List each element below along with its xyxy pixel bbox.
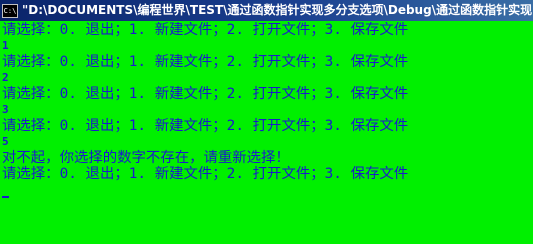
text-cursor — [2, 196, 9, 198]
console-line-input: 5 — [2, 135, 9, 148]
console-line-input: 3 — [2, 103, 9, 116]
console-line-error-message: 对不起，你选择的数字不存在，请重新选择！ — [2, 150, 290, 166]
console-cursor-line — [2, 182, 533, 198]
console-line-prompt: 请选择：0. 退出；1. 新建文件；2. 打开文件；3. 保存文件 — [2, 54, 409, 70]
title-bar[interactable]: C:\ "D:\DOCUMENTS\编程世界\TEST\通过函数指针实现多分支选… — [0, 0, 533, 21]
console-line-prompt: 请选择：0. 退出；1. 新建文件；2. 打开文件；3. 保存文件 — [2, 22, 409, 38]
console-output[interactable]: 请选择：0. 退出；1. 新建文件；2. 打开文件；3. 保存文件 1 请选择：… — [2, 22, 533, 244]
console-line-prompt: 请选择：0. 退出；1. 新建文件；2. 打开文件；3. 保存文件 — [2, 86, 409, 102]
console-line-prompt: 请选择：0. 退出；1. 新建文件；2. 打开文件；3. 保存文件 — [2, 166, 409, 182]
console-line-input: 2 — [2, 71, 9, 84]
console-line-input: 1 — [2, 39, 9, 52]
console-line-prompt: 请选择：0. 退出；1. 新建文件；2. 打开文件；3. 保存文件 — [2, 118, 409, 134]
window-title: "D:\DOCUMENTS\编程世界\TEST\通过函数指针实现多分支选项\De… — [22, 3, 533, 17]
console-app-icon[interactable]: C:\ — [2, 3, 18, 18]
console-window: C:\ "D:\DOCUMENTS\编程世界\TEST\通过函数指针实现多分支选… — [0, 0, 533, 244]
